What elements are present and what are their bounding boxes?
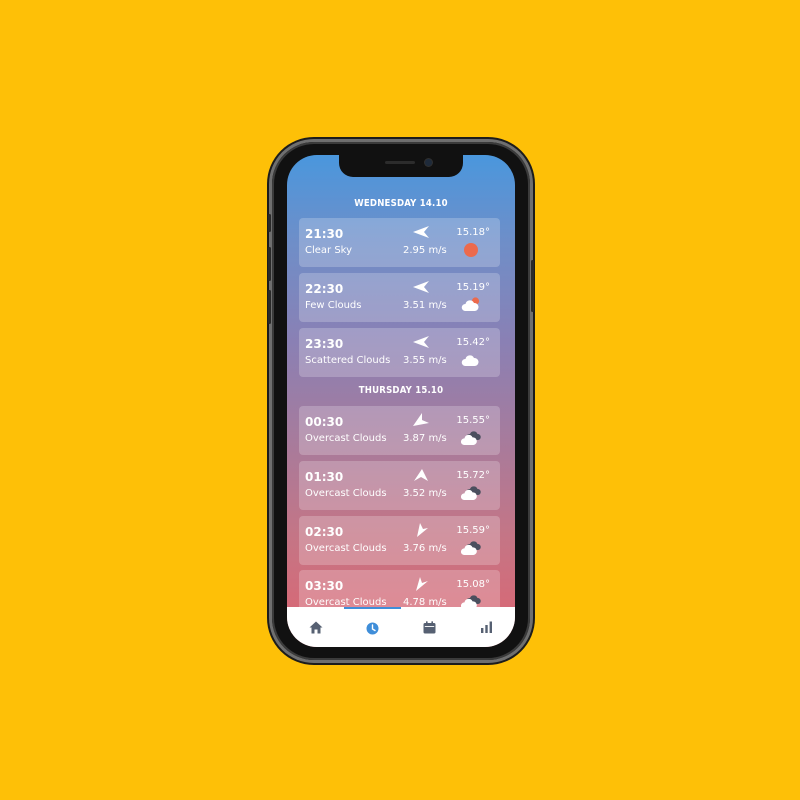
cloud-icon: [461, 355, 479, 366]
forecast-description: Few Clouds: [305, 300, 362, 311]
forecast-time: 22:30: [305, 282, 344, 296]
day-header: THURSDAY 15.10: [358, 385, 444, 396]
overcast-clouds-icon: [461, 595, 481, 607]
tab-home[interactable]: [287, 607, 344, 647]
forecast-time: 23:30: [305, 337, 344, 351]
home-icon: [309, 621, 322, 633]
forecast-time: 02:30: [305, 525, 344, 539]
wind-speed: 3.55 m/s: [403, 355, 447, 366]
forecast-time: 21:30: [305, 227, 344, 241]
wind-arrow-southwest-icon: [413, 413, 429, 426]
wind-speed: 3.51 m/s: [403, 300, 447, 311]
wind-arrow-south-icon: [416, 577, 428, 591]
phone-frame: WEDNESDAY 14.10 21:30 Clear Sky 2.95 m/s…: [268, 142, 534, 660]
forecast-card[interactable]: 02:30 Overcast Clouds 3.76 m/s 15.59°: [299, 516, 500, 565]
bottom-tab-bar: [287, 607, 515, 647]
forecast-description: Overcast Clouds: [305, 543, 387, 554]
forecast-description: Overcast Clouds: [305, 488, 387, 499]
forecast-description: Clear Sky: [305, 245, 353, 256]
wind-arrow-west-icon: [413, 226, 429, 238]
forecast-card[interactable]: 01:30 Overcast Clouds 3.52 m/s 15.72°: [299, 461, 500, 510]
temperature: 15.19°: [456, 282, 490, 293]
speaker: [385, 161, 415, 164]
temperature: 15.18°: [456, 227, 490, 238]
wind-speed: 3.52 m/s: [403, 488, 447, 499]
forecast-description: Overcast Clouds: [305, 433, 387, 444]
forecast-card[interactable]: 23:30 Scattered Clouds 3.55 m/s 15.42°: [299, 328, 500, 377]
wind-speed: 3.87 m/s: [403, 433, 447, 444]
volume-down-button: [268, 290, 271, 324]
notch: [339, 155, 463, 177]
sun-icon: [464, 243, 478, 257]
power-button: [531, 260, 534, 312]
forecast-description: Overcast Clouds: [305, 597, 387, 607]
temperature: 15.59°: [456, 525, 490, 536]
tab-statistics[interactable]: [458, 607, 515, 647]
forecast-card[interactable]: 00:30 Overcast Clouds 3.87 m/s 15.55°: [299, 406, 500, 455]
forecast-description: Scattered Clouds: [305, 355, 391, 366]
forecast-time: 00:30: [305, 415, 344, 429]
wind-speed: 3.76 m/s: [403, 543, 447, 554]
calendar-icon: [423, 620, 436, 633]
wind-arrow-south-icon: [414, 469, 428, 481]
wind-arrow-west-icon: [413, 281, 429, 293]
tab-hourly[interactable]: [344, 607, 401, 647]
overcast-clouds-icon: [461, 431, 481, 445]
temperature: 15.08°: [456, 579, 490, 590]
wind-speed: 2.95 m/s: [403, 245, 447, 256]
wind-speed: 4.78 m/s: [403, 597, 447, 607]
wind-arrow-southeast-icon: [417, 523, 428, 537]
cloud-sun-icon: [461, 297, 480, 311]
forecast-list[interactable]: WEDNESDAY 14.10 21:30 Clear Sky 2.95 m/s…: [287, 155, 515, 607]
day-header: WEDNESDAY 14.10: [354, 198, 448, 209]
temperature: 15.55°: [456, 415, 490, 426]
overcast-clouds-icon: [461, 486, 481, 500]
phone-screen: WEDNESDAY 14.10 21:30 Clear Sky 2.95 m/s…: [287, 155, 515, 647]
forecast-time: 03:30: [305, 579, 344, 593]
camera: [425, 159, 432, 166]
tab-calendar[interactable]: [401, 607, 458, 647]
forecast-card[interactable]: 03:30 Overcast Clouds 4.78 m/s 15.08°: [299, 570, 500, 607]
temperature: 15.42°: [456, 337, 490, 348]
mute-switch: [268, 214, 271, 232]
overcast-clouds-icon: [461, 541, 481, 555]
forecast-card[interactable]: 21:30 Clear Sky 2.95 m/s 15.18°: [299, 218, 500, 267]
forecast-card[interactable]: 22:30 Few Clouds 3.51 m/s 15.19°: [299, 273, 500, 322]
volume-up-button: [268, 247, 271, 281]
wind-arrow-west-icon: [413, 336, 429, 348]
forecast-time: 01:30: [305, 470, 344, 484]
clock-icon: [366, 622, 379, 634]
temperature: 15.72°: [456, 470, 490, 481]
bar-chart-icon: [481, 621, 492, 633]
